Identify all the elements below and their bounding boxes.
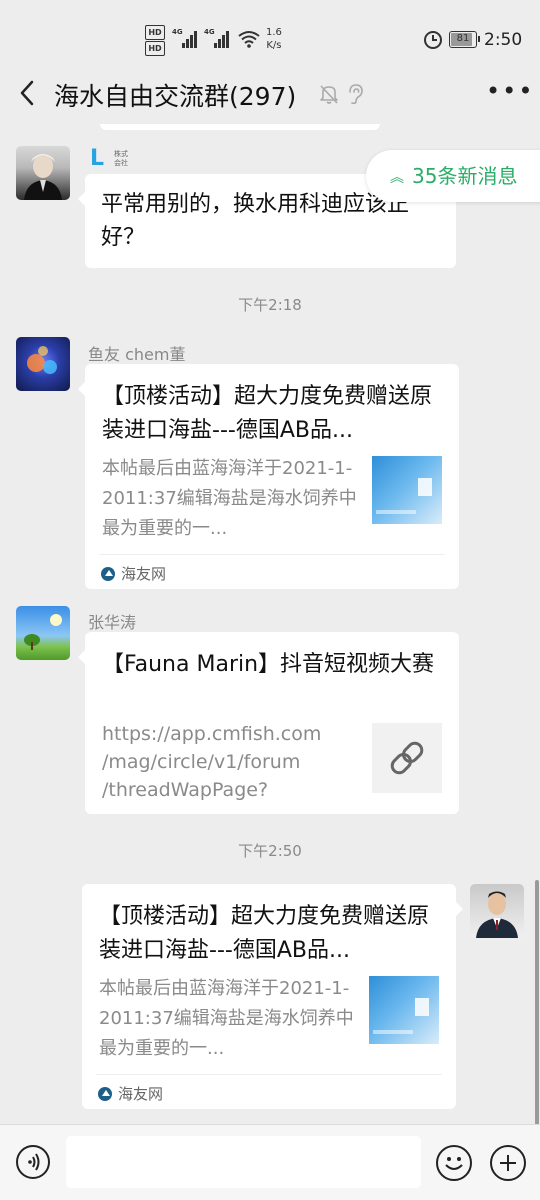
new-messages-button[interactable]: ︽ 35条新消息 [366, 150, 540, 202]
alarm-icon [424, 31, 442, 49]
sender-name-badge: L 株式 会社 [90, 146, 128, 171]
card-title: 【Fauna Marin】抖音短视频大赛 [102, 652, 435, 677]
card-divider [99, 554, 445, 555]
ear-icon [349, 84, 363, 105]
chat-title: 海水自由交流群(297) [54, 82, 297, 111]
back-icon[interactable] [14, 78, 40, 108]
chat-area[interactable]: L 株式 会社 平常用别的，换水用科迪应该正好？ 下午2:18 鱼友 chem董… [0, 124, 540, 1124]
status-bar: HD HD 4G 4G 1.6 K/s 81 2:50 [0, 0, 540, 62]
previous-bubble-tail [100, 124, 380, 130]
hd-indicator: HD HD [145, 25, 169, 57]
signal-icon-sim2: 4G [204, 28, 232, 48]
card-description: 本帖最后由蓝海海洋于2021-1-2011:37编辑海盐是海水饲养中最为重要的一… [102, 458, 357, 539]
card-title: 【顶楼活动】超大力度免费赠送原装进口海盐---德国AB品... [102, 384, 433, 443]
voice-icon[interactable] [16, 1145, 50, 1179]
sim2-label: 4G [204, 28, 215, 36]
avatar[interactable] [16, 606, 70, 660]
avatar[interactable] [16, 146, 70, 200]
avatar[interactable] [16, 337, 70, 391]
avatar[interactable] [470, 884, 524, 938]
sender-name: 鱼友 chem董 [88, 345, 186, 364]
link-card[interactable]: 【Fauna Marin】抖音短视频大赛 https://app.cmfish.… [78, 632, 459, 814]
source-logo-icon [101, 566, 115, 581]
card-title: 【顶楼活动】超大力度免费赠送原装进口海盐---德国AB品... [99, 904, 430, 963]
status-time: 2:50 [484, 30, 523, 50]
timestamp: 下午2:50 [238, 842, 302, 860]
network-speed-unit: K/s [266, 40, 282, 51]
timestamp: 下午2:18 [238, 296, 302, 314]
link-icon [390, 741, 424, 775]
sim1-label: 4G [172, 28, 183, 36]
input-bar [0, 1124, 540, 1200]
emoji-icon[interactable] [436, 1145, 472, 1181]
link-card[interactable]: 【顶楼活动】超大力度免费赠送原装进口海盐---德国AB品... 本帖最后由蓝海海… [78, 364, 459, 589]
more-icon[interactable]: ••• [486, 79, 532, 106]
link-card[interactable]: 【顶楼活动】超大力度免费赠送原装进口海盐---德国AB品... 本帖最后由蓝海海… [82, 884, 463, 1109]
plus-icon[interactable] [490, 1145, 526, 1181]
source-name: 海友网 [118, 1085, 164, 1103]
card-source: 海友网 [101, 563, 166, 584]
badge-letter: L [90, 146, 105, 171]
bell-off-icon [320, 85, 338, 104]
chat-header: 海水自由交流群(297) ••• [0, 62, 540, 124]
badge-caption: 株式 会社 [114, 150, 128, 167]
wifi-icon [238, 31, 260, 48]
source-name: 海友网 [121, 565, 167, 583]
card-url: https://app.cmfish.com /mag/circle/v1/fo… [102, 723, 322, 801]
card-thumbnail [372, 456, 442, 524]
card-thumbnail [369, 976, 439, 1044]
message-text: 平常用别的，换水用科迪应该正好？ [101, 192, 410, 250]
card-divider [96, 1074, 442, 1075]
new-messages-label: 35条新消息 [412, 164, 518, 188]
card-thumbnail [372, 723, 442, 793]
chevron-up-icon: ︽ [390, 169, 404, 186]
signal-icon-sim1: 4G [172, 28, 200, 48]
card-source: 海友网 [98, 1083, 163, 1104]
scrollbar[interactable] [535, 880, 539, 1125]
source-logo-icon [98, 1086, 112, 1101]
message-input[interactable] [66, 1136, 421, 1188]
battery-level: 81 [456, 33, 470, 44]
battery-indicator: 81 [449, 31, 480, 48]
hd-label-1: HD [145, 25, 165, 40]
card-description: 本帖最后由蓝海海洋于2021-1-2011:37编辑海盐是海水饲养中最为重要的一… [99, 978, 354, 1059]
network-speed-value: 1.6 [266, 27, 282, 38]
hd-label-2: HD [145, 41, 165, 56]
network-speed: 1.6 K/s [266, 26, 282, 52]
sender-name: 张华涛 [88, 613, 137, 632]
